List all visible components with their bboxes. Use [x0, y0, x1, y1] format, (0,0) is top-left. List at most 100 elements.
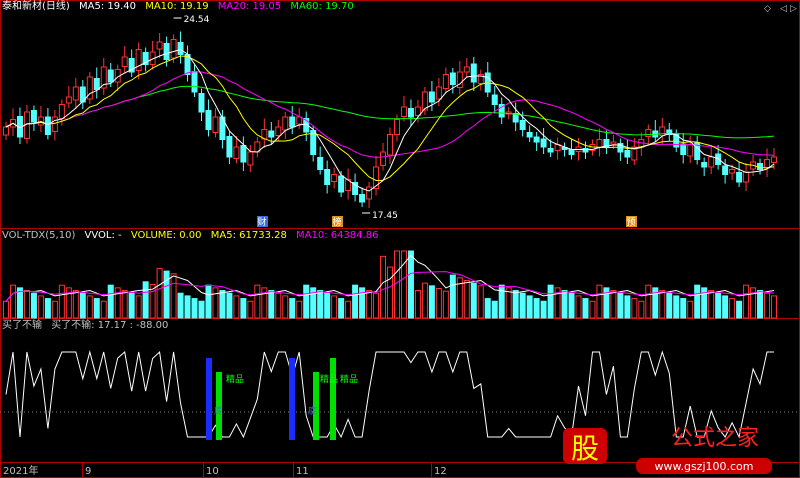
- candle-body: [393, 119, 400, 135]
- candle: [135, 42, 142, 80]
- volume-bar: [743, 284, 750, 319]
- candle: [736, 161, 743, 187]
- candle-body: [359, 194, 366, 203]
- volume-bar: [477, 285, 484, 319]
- vol-ma10-label: MA10: 64384.86: [296, 230, 379, 241]
- volume-bar: [435, 288, 442, 319]
- candle-body: [233, 146, 240, 159]
- volume-bar: [93, 298, 100, 319]
- candle-body: [177, 42, 184, 55]
- volume-bar: [198, 300, 205, 319]
- candle: [428, 81, 435, 111]
- volume-bar: [666, 292, 673, 319]
- main-header: 泰和新材(日线) MA5: 19.40 MA10: 19.19 MA20: 19…: [2, 0, 360, 14]
- candle: [680, 133, 687, 164]
- volume-bar: [393, 250, 400, 319]
- volume-bar: [9, 284, 16, 319]
- volume-bar: [226, 292, 233, 319]
- candle-body: [449, 72, 456, 85]
- candle-body: [435, 86, 442, 100]
- volume-bar: [72, 290, 79, 319]
- candle-body: [442, 74, 449, 89]
- candle: [331, 167, 338, 189]
- candle: [114, 64, 121, 91]
- candle-body: [428, 91, 435, 103]
- candle: [226, 131, 233, 164]
- candle: [561, 142, 568, 157]
- candle-body: [687, 144, 694, 157]
- candle: [100, 58, 107, 95]
- candle: [477, 69, 484, 91]
- candle: [652, 120, 659, 142]
- watermark-logo-char: 股: [571, 432, 599, 465]
- volume-bar: [380, 255, 387, 319]
- volume-bar: [30, 292, 37, 319]
- candle-body: [533, 136, 540, 143]
- volume-bar: [177, 292, 184, 319]
- candle: [345, 168, 352, 200]
- volume-bar: [37, 295, 44, 319]
- candle: [289, 106, 296, 134]
- candle: [743, 163, 750, 191]
- vol-ma5-label: MA5: 61733.28: [210, 230, 287, 241]
- candle: [526, 125, 533, 142]
- candle-body: [72, 86, 79, 101]
- candle: [16, 107, 23, 144]
- candle-body: [373, 166, 380, 189]
- volume-bar: [687, 300, 694, 319]
- volume-bar: [645, 284, 652, 319]
- volume-bar: [3, 300, 9, 319]
- volume-bar: [156, 267, 163, 319]
- volume-bar: [128, 292, 135, 319]
- volume-bar: [771, 295, 777, 319]
- candle-body: [715, 153, 722, 165]
- candle-body: [771, 156, 777, 163]
- indicator-name[interactable]: 买了不输: [2, 320, 42, 331]
- candle: [442, 67, 449, 94]
- volume-bar: [547, 284, 554, 319]
- indicator-header: 买了不输 买了不输: 17.17 : -88.00: [2, 319, 174, 333]
- diamond-icon: ◇: [764, 4, 771, 14]
- candle-body: [289, 116, 296, 128]
- candle-body: [58, 104, 65, 119]
- volume-bar: [282, 295, 289, 319]
- candle: [282, 112, 289, 139]
- chart-root: 24.54 17.45 财榜预精品 精品 精品底底 2021年 9 10 11 12 股公式之家 ww…: [0, 0, 800, 478]
- volume-bar: [58, 284, 65, 319]
- candle-body: [198, 93, 205, 113]
- volume-bar: [610, 290, 617, 319]
- candle: [9, 108, 16, 136]
- volume-indicator-name[interactable]: VOL-TDX(5,10): [2, 230, 75, 241]
- volume-bar: [212, 287, 219, 319]
- candle-body: [3, 126, 9, 136]
- candle-body: [757, 163, 764, 170]
- volume-bar: [722, 295, 729, 319]
- volume-bar: [247, 300, 254, 319]
- candle: [191, 64, 198, 97]
- candle: [463, 58, 470, 77]
- volume-bar: [107, 284, 114, 319]
- volume-bar: [449, 274, 456, 319]
- candle: [659, 118, 666, 145]
- volume-bar: [589, 300, 596, 319]
- volume-bar: [233, 295, 240, 319]
- indicator-line: [5, 350, 774, 439]
- candle-body: [701, 162, 708, 168]
- candle-body: [366, 186, 373, 200]
- candle-body: [191, 71, 198, 93]
- volume-bar: [519, 292, 526, 319]
- candle: [373, 156, 380, 196]
- volume-bar: [414, 290, 421, 319]
- candle: [51, 110, 58, 141]
- candle-body: [387, 134, 393, 156]
- candle: [352, 173, 359, 202]
- stock-title[interactable]: 泰和新材(日线): [2, 1, 70, 12]
- volume-bar: [51, 300, 58, 319]
- candle: [310, 125, 317, 162]
- candle-body: [163, 43, 170, 60]
- candle-body: [491, 94, 498, 105]
- candle: [498, 97, 505, 124]
- candle: [666, 123, 673, 142]
- candle: [93, 67, 100, 99]
- candle: [638, 132, 645, 156]
